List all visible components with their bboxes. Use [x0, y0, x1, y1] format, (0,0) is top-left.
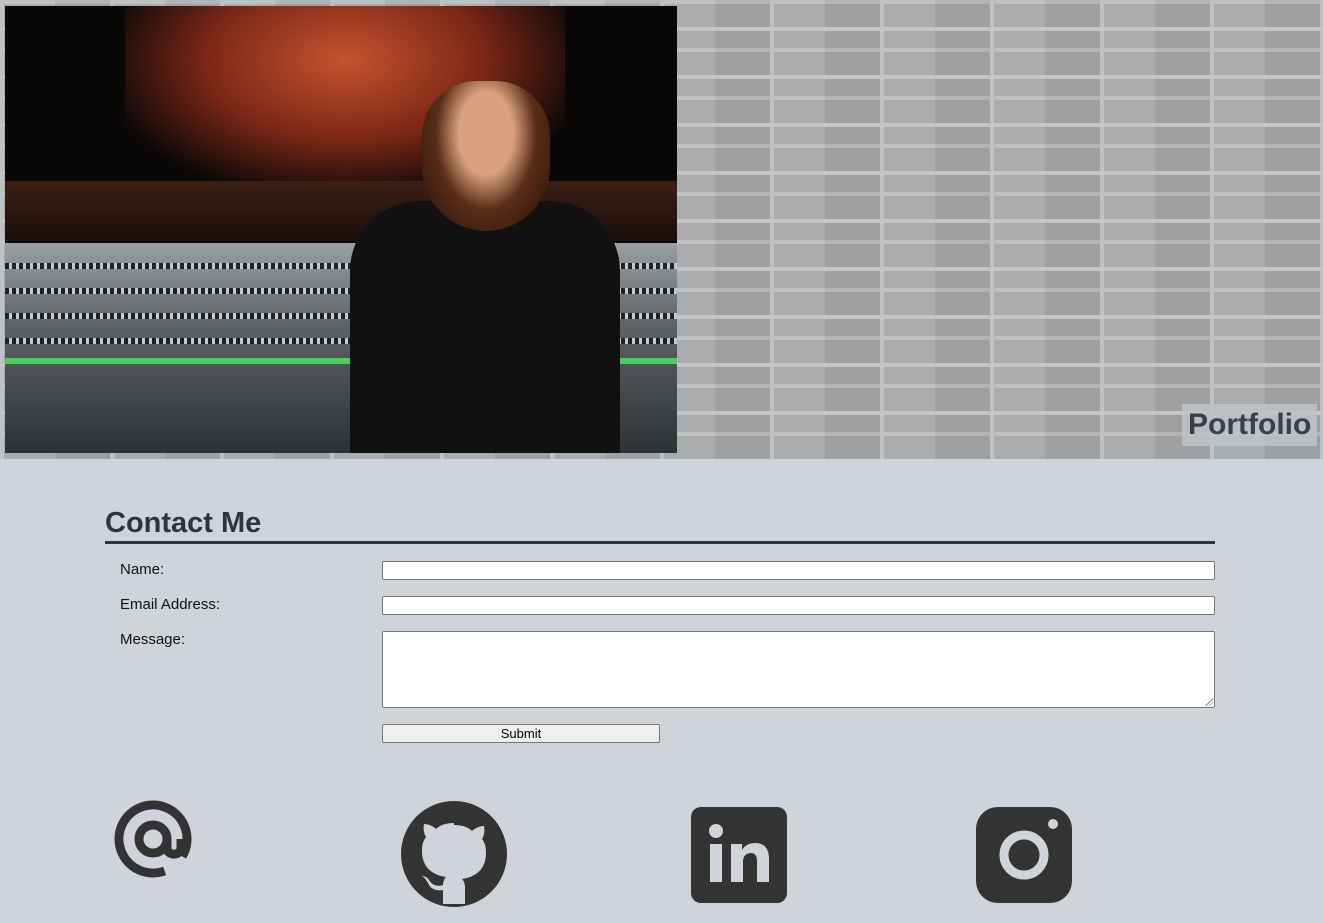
email-link[interactable]: [112, 798, 194, 880]
at-sign-icon: [114, 800, 192, 878]
hero-banner: Portfolio: [0, 0, 1323, 459]
resize-handle[interactable]: [1204, 697, 1213, 706]
github-link[interactable]: [400, 801, 508, 907]
portfolio-link[interactable]: Portfolio: [1182, 404, 1318, 446]
instagram-icon: [976, 807, 1072, 903]
name-label: Name:: [120, 561, 165, 578]
linkedin-link[interactable]: [691, 807, 787, 903]
github-icon: [401, 801, 507, 907]
message-textarea[interactable]: [382, 631, 1215, 708]
message-label: Message:: [120, 631, 186, 648]
contact-section: Contact Me Name: Email Address: Message:…: [105, 505, 1215, 743]
profile-photo: [5, 6, 677, 453]
person-figure: [350, 81, 620, 453]
linkedin-icon: [691, 807, 787, 903]
instagram-link[interactable]: [976, 807, 1072, 903]
submit-button[interactable]: Submit: [382, 724, 660, 743]
name-input[interactable]: [382, 561, 1215, 580]
person-body: [350, 201, 620, 453]
email-input[interactable]: [382, 596, 1215, 615]
contact-title: Contact Me: [105, 505, 1215, 544]
email-label: Email Address:: [120, 596, 221, 613]
person-head: [422, 81, 550, 231]
